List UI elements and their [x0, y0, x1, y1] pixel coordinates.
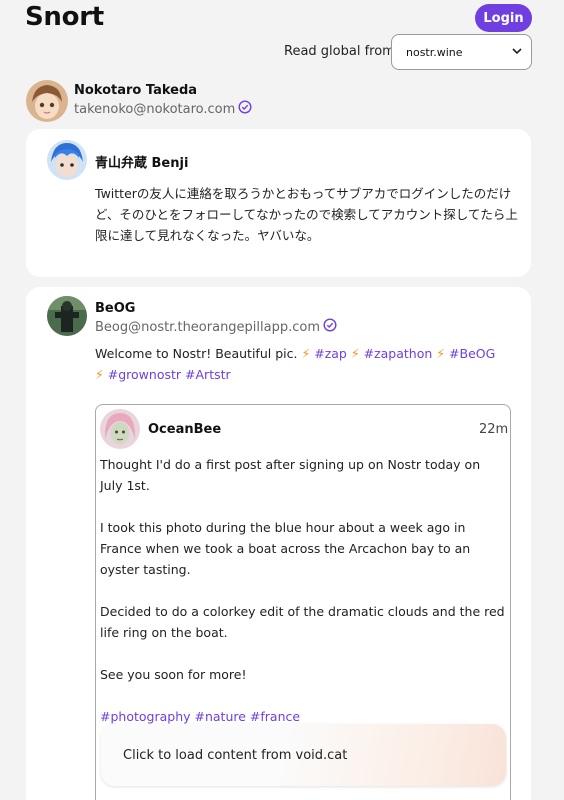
- relay-select[interactable]: nostr.wine: [391, 34, 532, 70]
- quoted-content: Thought I'd do a first post after signin…: [100, 454, 505, 727]
- profile-avatar[interactable]: [26, 80, 68, 122]
- profile-nip05: takenoko@nokotaro.com: [74, 100, 252, 118]
- quoted-paragraph: I took this photo during the blue hour a…: [100, 520, 471, 577]
- profile-nip05-text: takenoko@nokotaro.com: [74, 101, 236, 117]
- lightning-icon: ⚡: [95, 367, 104, 382]
- chevron-down-icon: [511, 45, 523, 60]
- hashtag-link[interactable]: #nature: [195, 709, 246, 724]
- hashtag-link[interactable]: #photography: [100, 709, 191, 724]
- login-button[interactable]: Login: [475, 4, 532, 32]
- hashtag-link[interactable]: #zapathon: [364, 346, 433, 361]
- note-intro-text: Welcome to Nostr! Beautiful pic.: [95, 346, 298, 361]
- profile-name[interactable]: Nokotaro Takeda: [74, 83, 197, 98]
- verified-badge-icon: [238, 100, 252, 118]
- load-media-label: Click to load content from void.cat: [123, 748, 348, 763]
- hashtag-link[interactable]: #france: [250, 709, 300, 724]
- hashtag-link[interactable]: #zap: [314, 346, 347, 361]
- quoted-timestamp: 22m: [479, 422, 509, 437]
- note-author-nip05-text: Beog@nostr.theorangepillapp.com: [95, 319, 321, 335]
- note-author-name[interactable]: 青山弁蔵 Benji: [95, 152, 188, 171]
- note-content: Twitterの友人に連絡を取ろうかとおもってサブアカでログインしたのだけど、そ…: [95, 186, 518, 243]
- header: Snort Login Read global from nostr.wine: [0, 0, 564, 75]
- hashtag-link[interactable]: #BeOG: [449, 346, 495, 361]
- relay-selected-value: nostr.wine: [406, 45, 463, 59]
- lightning-icon: ⚡: [301, 346, 311, 361]
- quoted-paragraph: See you soon for more!: [100, 667, 247, 682]
- lightning-icon: ⚡: [350, 346, 360, 361]
- lightning-icon: ⚡: [436, 346, 446, 361]
- relay-label: Read global from: [284, 44, 395, 59]
- app-title[interactable]: Snort: [25, 2, 104, 32]
- quoted-author-name[interactable]: OceanBee: [148, 422, 221, 437]
- verified-badge-icon: [323, 318, 337, 336]
- quoted-author-avatar[interactable]: [100, 409, 140, 449]
- hashtag-link[interactable]: #grownostr: [108, 367, 181, 382]
- note-author-avatar[interactable]: [47, 296, 87, 336]
- quoted-paragraph: Decided to do a colorkey edit of the dra…: [100, 604, 505, 640]
- note-author-nip05: Beog@nostr.theorangepillapp.com: [95, 318, 337, 336]
- note-content: Welcome to Nostr! Beautiful pic. ⚡ #zap …: [95, 343, 515, 385]
- quoted-paragraph: Thought I'd do a first post after signin…: [100, 457, 481, 493]
- note-author-avatar[interactable]: [47, 140, 87, 180]
- hashtag-link[interactable]: #Artstr: [185, 367, 231, 382]
- note-author-name[interactable]: BeOG: [95, 301, 135, 316]
